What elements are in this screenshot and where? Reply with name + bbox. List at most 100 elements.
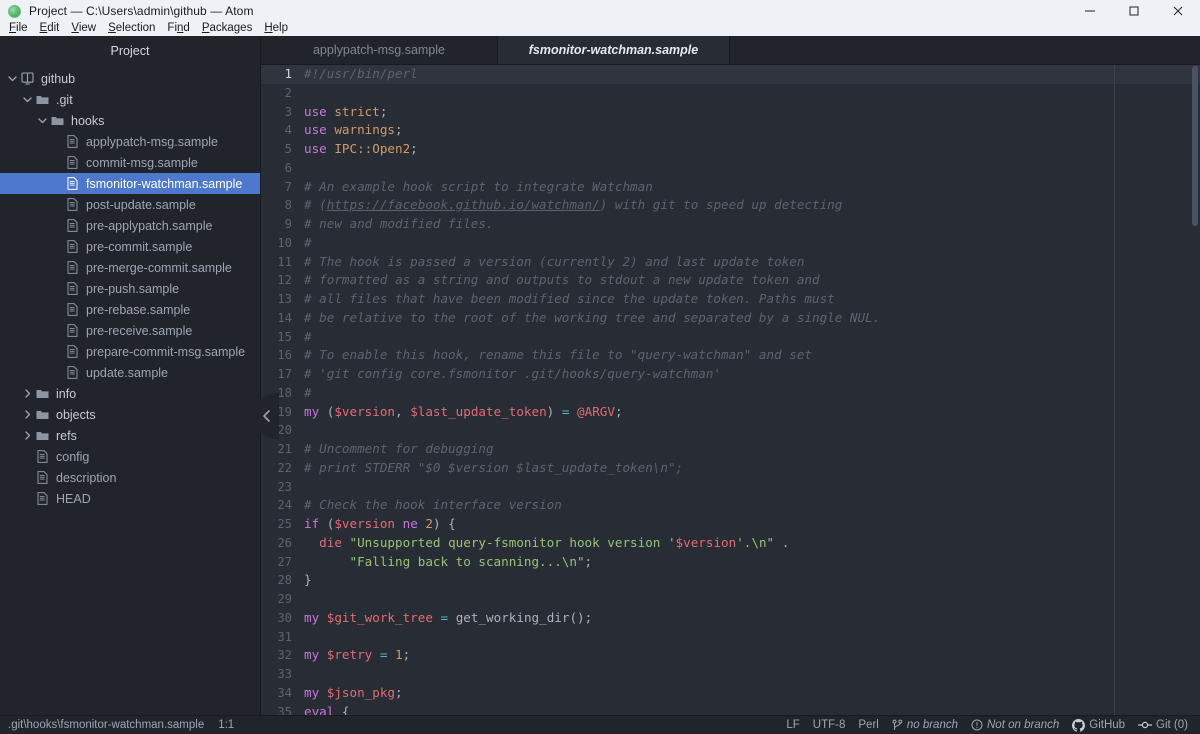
tree-item-head[interactable]: HEAD [0, 488, 260, 509]
code-line[interactable]: 9# new and modified files. [261, 215, 1200, 234]
tree-item-update-sample[interactable]: update.sample [0, 362, 260, 383]
code-line[interactable]: 34my $json_pkg; [261, 684, 1200, 703]
code-line[interactable]: 16# To enable this hook, rename this fil… [261, 346, 1200, 365]
repository-icon [19, 72, 36, 85]
code-line[interactable]: 4use warnings; [261, 121, 1200, 140]
tree-item-fsmonitor-watchman-sample[interactable]: fsmonitor-watchman.sample [0, 173, 260, 194]
line-content: use strict; [292, 103, 387, 122]
status-branch[interactable]: no branch [892, 719, 958, 732]
status-encoding[interactable]: UTF-8 [813, 719, 846, 731]
tree-item-objects[interactable]: objects [0, 404, 260, 425]
code-line[interactable]: 29 [261, 590, 1200, 609]
tree-item-hooks[interactable]: hooks [0, 110, 260, 131]
code-line[interactable]: 27 "Falling back to scanning...\n"; [261, 553, 1200, 572]
code-line[interactable]: 32my $retry = 1; [261, 646, 1200, 665]
code-token [304, 535, 319, 550]
tree-item--git[interactable]: .git [0, 89, 260, 110]
tree-indent [0, 498, 20, 499]
close-button[interactable] [1156, 0, 1200, 22]
code-line[interactable]: 8# (https://facebook.github.io/watchman/… [261, 196, 1200, 215]
code-line[interactable]: 3use strict; [261, 103, 1200, 122]
folder-icon [51, 115, 64, 126]
status-file-path[interactable]: .git\hooks\fsmonitor-watchman.sample [8, 719, 204, 731]
code-line[interactable]: 7# An example hook script to integrate W… [261, 178, 1200, 197]
tab-fsmonitor-watchman-sample[interactable]: fsmonitor-watchman.sample [498, 36, 730, 64]
tree-item-pre-applypatch-sample[interactable]: pre-applypatch.sample [0, 215, 260, 236]
minimize-button[interactable] [1068, 0, 1112, 22]
tree-indent [0, 372, 50, 373]
code-line[interactable]: 6 [261, 159, 1200, 178]
tree-item-refs[interactable]: refs [0, 425, 260, 446]
tree-item-post-update-sample[interactable]: post-update.sample [0, 194, 260, 215]
code-line[interactable]: 15# [261, 328, 1200, 347]
code-line[interactable]: 21# Uncomment for debugging [261, 440, 1200, 459]
tree-item-info[interactable]: info [0, 383, 260, 404]
file-icon [64, 366, 81, 379]
code-line[interactable]: 2 [261, 84, 1200, 103]
code-line[interactable]: 20 [261, 421, 1200, 440]
menu-item-edit[interactable]: Edit [34, 22, 66, 35]
tree-item-pre-commit-sample[interactable]: pre-commit.sample [0, 236, 260, 257]
code-token: if [304, 516, 319, 531]
code-line[interactable]: 11# The hook is passed a version (curren… [261, 253, 1200, 272]
tree-item-config[interactable]: config [0, 446, 260, 467]
menu-item-help[interactable]: Help [258, 22, 294, 35]
code-line[interactable]: 19my ($version, $last_update_token) = @A… [261, 403, 1200, 422]
code-line[interactable]: 18# [261, 384, 1200, 403]
tree-disclosure-arrow[interactable] [5, 74, 19, 83]
tree-item-pre-rebase-sample[interactable]: pre-rebase.sample [0, 299, 260, 320]
editor-lines[interactable]: 1#!/usr/bin/perl23use strict;4use warnin… [261, 65, 1200, 715]
code-line[interactable]: 23 [261, 478, 1200, 497]
status-github[interactable]: GitHub [1072, 719, 1125, 732]
code-line[interactable]: 31 [261, 628, 1200, 647]
tree-item-pre-receive-sample[interactable]: pre-receive.sample [0, 320, 260, 341]
tree-item-pre-merge-commit-sample[interactable]: pre-merge-commit.sample [0, 257, 260, 278]
tree-item-label: .git [51, 93, 73, 107]
code-token: , [395, 404, 410, 419]
tree-disclosure-arrow[interactable] [20, 389, 34, 398]
tree-item-applypatch-msg-sample[interactable]: applypatch-msg.sample [0, 131, 260, 152]
code-line[interactable]: 24# Check the hook interface version [261, 496, 1200, 515]
code-line[interactable]: 13# all files that have been modified si… [261, 290, 1200, 309]
tree-disclosure-arrow[interactable] [20, 431, 34, 440]
code-line[interactable]: 30my $git_work_tree = get_working_dir(); [261, 609, 1200, 628]
vertical-scrollbar[interactable] [1192, 66, 1198, 226]
file-icon [67, 345, 78, 358]
code-line[interactable]: 1#!/usr/bin/perl [261, 65, 1200, 84]
menu-item-view[interactable]: View [65, 22, 102, 35]
code-line[interactable]: 35eval { [261, 703, 1200, 716]
code-line[interactable]: 26 die "Unsupported query-fsmonitor hook… [261, 534, 1200, 553]
tree-item-pre-push-sample[interactable]: pre-push.sample [0, 278, 260, 299]
status-cursor-position[interactable]: 1:1 [218, 719, 234, 731]
tree-item-description[interactable]: description [0, 467, 260, 488]
code-line[interactable]: 5use IPC::Open2; [261, 140, 1200, 159]
tree-disclosure-arrow[interactable] [35, 116, 49, 125]
tree-item-commit-msg-sample[interactable]: commit-msg.sample [0, 152, 260, 173]
menu-item-file[interactable]: File [3, 22, 34, 35]
menu-item-packages[interactable]: Packages [196, 22, 259, 35]
tree-disclosure-arrow[interactable] [20, 95, 34, 104]
code-line[interactable]: 17# 'git config core.fsmonitor .git/hook… [261, 365, 1200, 384]
folder-icon [34, 409, 51, 420]
menu-item-find[interactable]: Find [161, 22, 195, 35]
maximize-button[interactable] [1112, 0, 1156, 22]
code-line[interactable]: 22# print STDERR "$0 $version $last_upda… [261, 459, 1200, 478]
code-line[interactable]: 28} [261, 571, 1200, 590]
tree-item-prepare-commit-msg-sample[interactable]: prepare-commit-msg.sample [0, 341, 260, 362]
tab-applypatch-msg-sample[interactable]: applypatch-msg.sample [261, 36, 498, 64]
status-grammar[interactable]: Perl [858, 719, 878, 731]
code-line[interactable]: 10# [261, 234, 1200, 253]
workspace: Project github.githooksapplypatch-msg.sa… [0, 36, 1200, 715]
status-git[interactable]: Git (0) [1138, 719, 1188, 731]
status-line-ending[interactable]: LF [786, 719, 799, 731]
code-line[interactable]: 25if ($version ne 2) { [261, 515, 1200, 534]
tree-item-github[interactable]: github [0, 68, 260, 89]
text-editor[interactable]: 1#!/usr/bin/perl23use strict;4use warnin… [261, 65, 1200, 715]
menu-item-selection[interactable]: Selection [102, 22, 161, 35]
code-line[interactable]: 12# formatted as a string and outputs to… [261, 271, 1200, 290]
code-line[interactable]: 14# be relative to the root of the worki… [261, 309, 1200, 328]
status-github-label: GitHub [1089, 719, 1125, 731]
tree-disclosure-arrow[interactable] [20, 410, 34, 419]
status-commit-state[interactable]: Not on branch [971, 719, 1059, 731]
code-line[interactable]: 33 [261, 665, 1200, 684]
